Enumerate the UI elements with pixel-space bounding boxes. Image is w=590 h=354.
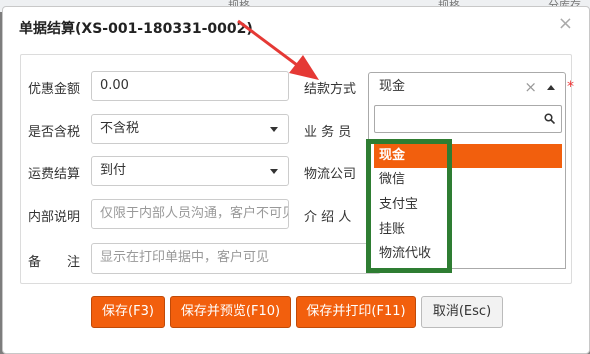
payment-dropdown: 现金 微信 支付宝 挂账 物流代收: [368, 101, 566, 269]
tax-select-value: 不含税: [100, 121, 140, 136]
freight-label: 运费结算: [28, 167, 81, 182]
payment-select[interactable]: 现金 ×: [368, 72, 566, 102]
tax-select[interactable]: 不含税: [91, 114, 289, 144]
salesman-label: 业 务 员: [304, 125, 352, 140]
discount-label: 优惠金额: [28, 82, 81, 97]
search-icon: [544, 113, 555, 124]
logistics-label: 物流公司: [304, 167, 357, 182]
note-input[interactable]: 仅限于内部人员沟通，客户不可见: [91, 199, 289, 229]
dropdown-search-input[interactable]: [374, 105, 562, 133]
tax-label: 是否含税: [28, 125, 81, 140]
save-preview-button[interactable]: 保存并预览(F10): [170, 296, 291, 328]
save-button[interactable]: 保存(F3): [91, 296, 165, 328]
payment-option[interactable]: 支付宝: [374, 193, 562, 217]
remark-label: 备 注: [28, 255, 81, 270]
save-print-button[interactable]: 保存并打印(F11): [296, 296, 416, 328]
freight-select-value: 到付: [100, 163, 127, 178]
payment-select-value: 现金: [379, 79, 406, 94]
remark-input[interactable]: 显示在打印单据中，客户可见: [91, 243, 381, 274]
referrer-label: 介 绍 人: [304, 210, 352, 225]
close-icon[interactable]: ×: [558, 13, 573, 34]
dialog-title: 单据结算(XS-001-180331-0002): [19, 21, 253, 37]
caret-down-icon: [270, 169, 278, 174]
payment-option[interactable]: 物流代收: [374, 242, 562, 266]
required-mark: *: [567, 79, 574, 95]
payment-option[interactable]: 挂账: [374, 218, 562, 242]
payment-option[interactable]: 现金: [374, 144, 562, 168]
clear-icon[interactable]: ×: [524, 73, 537, 101]
discount-input[interactable]: 0.00: [91, 71, 289, 101]
payment-label: 结款方式: [304, 82, 357, 97]
cancel-button[interactable]: 取消(Esc): [421, 296, 503, 328]
caret-up-icon: [547, 85, 555, 90]
payment-option[interactable]: 微信: [374, 168, 562, 192]
freight-select[interactable]: 到付: [91, 156, 289, 186]
caret-down-icon: [270, 127, 278, 132]
note-label: 内部说明: [28, 210, 81, 225]
